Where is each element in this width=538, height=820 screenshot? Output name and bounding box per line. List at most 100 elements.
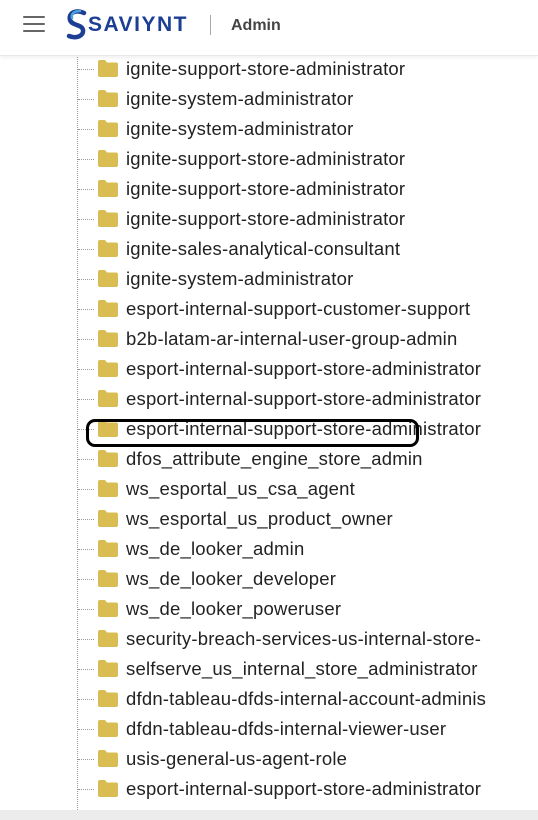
folder-icon	[98, 270, 118, 287]
tree-connector	[78, 579, 94, 580]
tree-item[interactable]: ignite-system-administrator	[78, 264, 538, 294]
tree-connector	[78, 339, 94, 340]
tree-connector	[78, 249, 94, 250]
folder-icon	[98, 750, 118, 767]
tree-connector	[78, 789, 94, 790]
tree-item-label: ignite-support-store-administrator	[126, 178, 406, 199]
tree-connector	[78, 309, 94, 310]
tree-item-label: selfserve_us_internal_store_administrato…	[126, 658, 478, 679]
tree-item-label: ws_de_looker_admin	[126, 538, 305, 559]
tree-connector	[78, 99, 94, 100]
tree-item-label: esport-internal-support-store-administra…	[126, 778, 482, 799]
tree-connector	[78, 729, 94, 730]
folder-icon	[98, 240, 118, 257]
tree-item-label: ignite-system-administrator	[126, 268, 354, 289]
folder-icon	[98, 210, 118, 227]
tree-item-label: security-breach-services-us-internal-sto…	[126, 628, 482, 649]
folder-icon	[98, 780, 118, 797]
tree-item[interactable]: ws_de_looker_admin	[78, 534, 538, 564]
tree-item-label: b2b-latam-ar-internal-user-group-admin	[126, 328, 458, 349]
tree-item[interactable]: ws_esportal_us_product_owner	[78, 504, 538, 534]
folder-icon	[98, 360, 118, 377]
tree-connector	[78, 369, 94, 370]
header-divider	[210, 15, 211, 35]
tree-connector	[78, 549, 94, 550]
tree-item[interactable]: ws_de_looker_developer	[78, 564, 538, 594]
tree-item[interactable]: esport-internal-support-customer-support	[78, 294, 538, 324]
tree-connector	[78, 489, 94, 490]
tree-item[interactable]: dfdn-tableau-dfds-internal-account-admin…	[78, 684, 538, 714]
tree-item[interactable]: selfserve_us_internal_store_administrato…	[78, 654, 538, 684]
tree-connector	[78, 279, 94, 280]
tree-connector	[78, 69, 94, 70]
tree-item[interactable]: ignite-support-store-administrator	[78, 204, 538, 234]
tree-item-label: esport-internal-support-store-administra…	[126, 358, 482, 379]
tree-item[interactable]: ignite-support-store-administrator	[78, 144, 538, 174]
tree-item[interactable]: ignite-system-administrator	[78, 84, 538, 114]
tree-item-label: ignite-support-store-administrator	[126, 148, 406, 169]
tree-connector	[78, 459, 94, 460]
tree-connector	[78, 639, 94, 640]
folder-icon	[98, 60, 118, 77]
tree-item-label: ws_esportal_us_product_owner	[126, 508, 393, 529]
logo-text: SAVIYNT	[88, 13, 188, 36]
tree-item-label: ws_de_looker_developer	[126, 568, 337, 589]
tree-connector	[78, 759, 94, 760]
tree-item[interactable]: security-breach-services-us-internal-sto…	[78, 624, 538, 654]
tree-item[interactable]: dfdn-tableau-dfds-internal-viewer-user	[78, 714, 538, 744]
role-tree: ignite-support-store-administrator ignite…	[0, 55, 538, 810]
tree-item-label: ws_de_looker_poweruser	[126, 598, 342, 619]
tree-item-label: ignite-support-store-administrator	[126, 58, 406, 79]
saviynt-logo[interactable]: SAVIYNT	[66, 9, 188, 41]
tree-item[interactable]: usis-general-us-agent-role	[78, 744, 538, 774]
tree-connector	[78, 669, 94, 670]
tree-connector	[78, 129, 94, 130]
tree-connector	[78, 399, 94, 400]
tree-connector	[78, 519, 94, 520]
tree-item[interactable]: esport-internal-support-store-administra…	[78, 774, 538, 804]
saviynt-logo-mark-icon	[66, 9, 87, 40]
top-header: SAVIYNT Admin	[0, 0, 538, 56]
tree-connector	[78, 429, 94, 430]
tree-item[interactable]: esport-internal-support-store-administra…	[78, 414, 538, 444]
tree-item-label: dfdn-tableau-dfds-internal-viewer-user	[126, 718, 447, 739]
tree-item[interactable]: esport-internal-support-store-administra…	[78, 354, 538, 384]
folder-icon	[98, 90, 118, 107]
tree-item[interactable]: ws_esportal_us_csa_agent	[78, 474, 538, 504]
tree-item[interactable]: ignite-sales-analytical-consultant	[78, 234, 538, 264]
tree-item[interactable]: b2b-latam-ar-internal-user-group-admin	[78, 324, 538, 354]
tree-item-label: esport-internal-support-customer-support	[126, 298, 471, 319]
bottom-scroll-area	[0, 810, 538, 820]
page-section-title: Admin	[231, 17, 281, 34]
tree-item[interactable]: ignite-system-administrator	[78, 114, 538, 144]
hamburger-menu-icon[interactable]	[23, 16, 45, 34]
tree-item-label: esport-internal-support-store-administra…	[126, 388, 482, 409]
tree-item-label: ignite-system-administrator	[126, 118, 354, 139]
folder-icon	[98, 180, 118, 197]
tree-item-label: ignite-sales-analytical-consultant	[126, 238, 401, 259]
folder-icon	[98, 450, 118, 467]
folder-icon	[98, 540, 118, 557]
tree-item-label: usis-general-us-agent-role	[126, 748, 348, 769]
folder-icon	[98, 330, 118, 347]
folder-icon	[98, 150, 118, 167]
folder-icon	[98, 600, 118, 617]
folder-icon	[98, 510, 118, 527]
folder-icon	[98, 660, 118, 677]
folder-icon	[98, 420, 118, 437]
tree-item-label: ws_esportal_us_csa_agent	[126, 478, 356, 499]
tree-connector	[78, 159, 94, 160]
folder-icon	[98, 720, 118, 737]
tree-item[interactable]: esport-internal-support-store-administra…	[78, 384, 538, 414]
folder-icon	[98, 300, 118, 317]
tree-item[interactable]: ignite-support-store-administrator	[78, 55, 538, 84]
tree-connector	[78, 699, 94, 700]
tree-item-label: dfos_attribute_engine_store_admin	[126, 448, 423, 469]
tree-item-label: ignite-support-store-administrator	[126, 208, 406, 229]
tree-item[interactable]: ws_de_looker_poweruser	[78, 594, 538, 624]
tree-item-label: dfdn-tableau-dfds-internal-account-admin…	[126, 688, 487, 709]
tree-connector	[78, 219, 94, 220]
tree-item[interactable]: dfos_attribute_engine_store_admin	[78, 444, 538, 474]
tree-item[interactable]: ignite-support-store-administrator	[78, 174, 538, 204]
folder-icon	[98, 480, 118, 497]
